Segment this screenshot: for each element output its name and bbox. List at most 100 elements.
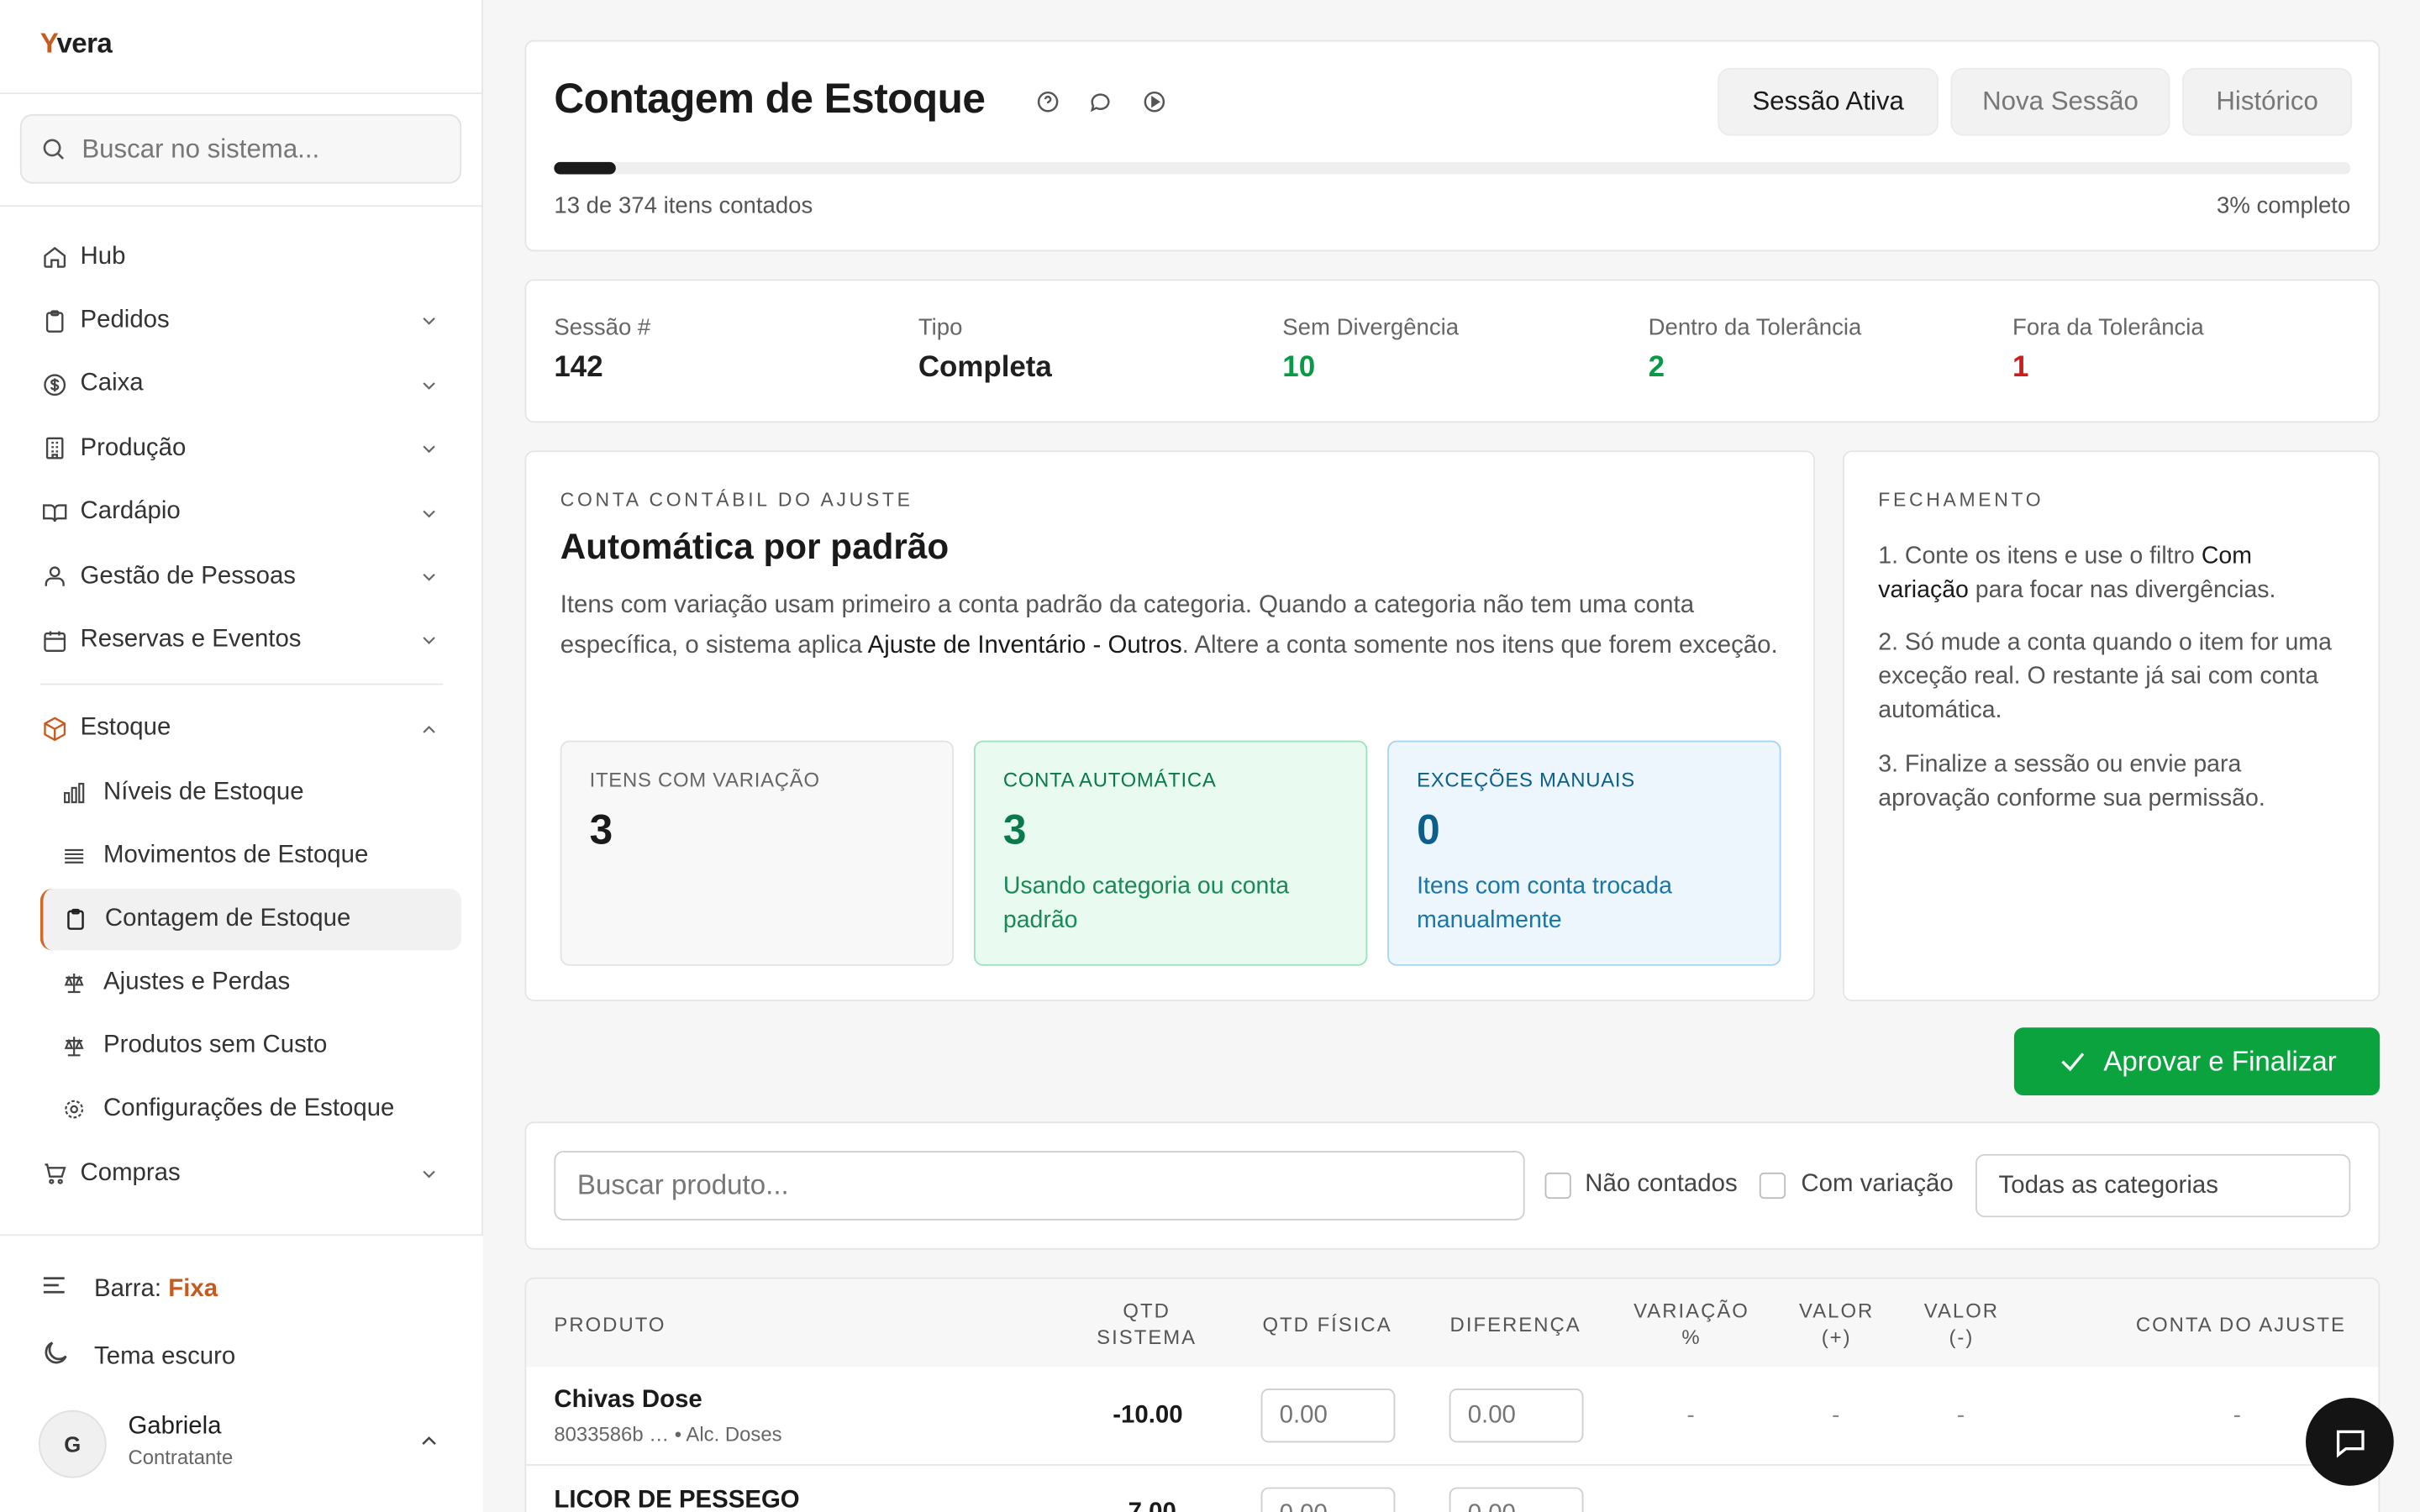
sidebar-subitem-produtos-sem-custo[interactable]: Produtos sem Custo (0, 1014, 483, 1078)
play-circle-icon[interactable] (1142, 90, 1166, 114)
stat-value-session: 142 (554, 351, 603, 385)
sidebar-item-cardapio[interactable]: Cardápio (0, 480, 483, 544)
box-value: 3 (589, 806, 613, 853)
chevron-down-icon[interactable] (418, 566, 440, 588)
clipboard-icon (40, 307, 68, 335)
section-eyebrow: CONTA CONTÁBIL DO AJUSTE (560, 489, 913, 511)
box-icon (40, 715, 68, 743)
sidebar-subitem-label: Movimentos de Estoque (103, 843, 369, 869)
bar-chart-icon (61, 780, 86, 805)
chevron-down-icon[interactable] (418, 630, 440, 652)
sidebar-item-producao[interactable]: Produção (0, 417, 483, 480)
check-icon (2061, 1053, 2085, 1072)
stat-value-no-divergence: 10 (1282, 351, 1316, 385)
history-button[interactable]: Histórico (2182, 67, 2353, 136)
box-label: ITENS COM VARIAÇÃO (589, 768, 820, 792)
sidebar-item-pedidos[interactable]: Pedidos (0, 289, 483, 353)
sidebar-subitem-movimentos[interactable]: Movimentos de Estoque (0, 825, 483, 889)
sidebar-subitem-configuracoes[interactable]: Configurações de Estoque (0, 1078, 483, 1142)
sidebar-subitem-label: Ajustes e Perdas (103, 968, 291, 995)
stat-value-type: Completa (918, 351, 1052, 385)
accounting-account-card: CONTA CONTÁBIL DO AJUSTE Automática por … (524, 450, 1815, 1002)
active-session-button[interactable]: Sessão Ativa (1718, 67, 1939, 136)
chat-button[interactable] (2306, 1398, 2394, 1486)
sidebar-item-compras[interactable]: Compras (0, 1142, 483, 1205)
product-meta: 8033586b … • Alc. Doses (554, 1422, 782, 1446)
chevron-down-icon[interactable] (418, 311, 440, 333)
divider (0, 205, 483, 207)
closing-card: FECHAMENTO 1. Conte os itens e use o fil… (1843, 450, 2381, 1002)
chevron-down-icon[interactable] (418, 502, 440, 524)
sidebar-item-reservas[interactable]: Reservas e Eventos (0, 608, 483, 672)
app-logo[interactable]: Yvera (40, 28, 113, 60)
dark-theme-label: Tema escuro (94, 1342, 236, 1370)
physical-qty-input[interactable] (1260, 1487, 1396, 1512)
adjust-account[interactable]: - (2233, 1403, 2241, 1429)
sidebar-subitem-contagem[interactable]: Contagem de Estoque (39, 888, 462, 951)
avatar[interactable]: G (38, 1410, 107, 1478)
not-counted-label[interactable]: Não contados (1585, 1171, 1737, 1199)
sidebar-subitem-ajustes[interactable]: Ajustes e Perdas (0, 950, 483, 1014)
comment-icon[interactable] (1088, 90, 1113, 114)
chevron-down-icon[interactable] (418, 1163, 440, 1185)
clipboard-check-icon (63, 907, 87, 932)
section-title: Automática por padrão (560, 526, 950, 567)
gear-icon (61, 1098, 86, 1122)
global-search[interactable] (19, 113, 462, 184)
sidebar-item-label: Cardápio (80, 498, 181, 525)
sidebar-subitem-label: Níveis de Estoque (103, 779, 304, 806)
global-search-input[interactable] (82, 133, 437, 165)
home-icon (40, 244, 68, 271)
difference-input[interactable] (1449, 1389, 1584, 1443)
dark-theme-toggle[interactable]: Tema escuro (40, 1337, 236, 1376)
sidebar-item-label: Gestão de Pessoas (80, 562, 296, 589)
new-session-button[interactable]: Nova Sessão (1950, 67, 2170, 136)
row-divider (526, 1464, 2379, 1466)
sidebar-subitem-niveis[interactable]: Níveis de Estoque (0, 761, 483, 825)
chevron-up-icon[interactable] (418, 718, 440, 740)
count-table: PRODUTO QTD SISTEMA QTD FÍSICA DIFERENÇA … (524, 1277, 2381, 1512)
bar-mode-toggle[interactable]: Barra: Fixa (40, 1271, 218, 1306)
product-search-input[interactable] (554, 1151, 1525, 1221)
physical-qty-input[interactable] (1260, 1389, 1396, 1443)
sidebar: Yvera Hub Pedidos Caixa (0, 0, 483, 1512)
filter-bar: Não contados Com variação Todas as categ… (524, 1121, 2381, 1250)
scale-icon (61, 970, 86, 995)
with-variation-label[interactable]: Com variação (1801, 1171, 1953, 1199)
automatic-account-box: CONTA AUTOMÁTICA 3 Usando categoria ou c… (973, 740, 1368, 966)
system-qty: 7.00 (1128, 1499, 1176, 1512)
user-name: Gabriela (128, 1413, 222, 1440)
users-icon (40, 563, 68, 591)
closing-step-2: 2. Só mude a conta quando o item for uma… (1878, 629, 2332, 724)
chevron-down-icon[interactable] (418, 438, 440, 460)
closing-step-1: 1. Conte os itens e use o filtro Com var… (1878, 543, 2276, 604)
closing-step-3: 3. Finalize a sessão ou envie para aprov… (1878, 751, 2265, 812)
col-header-value-positive: VALOR (+) (1799, 1299, 1875, 1349)
book-icon (40, 499, 68, 527)
manual-exceptions-box: EXCEÇÕES MANUAIS 0 Itens com conta troca… (1387, 740, 1781, 966)
sidebar-item-caixa[interactable]: Caixa (0, 353, 483, 417)
chevron-up-icon[interactable] (417, 1429, 441, 1453)
help-icon[interactable] (1035, 90, 1060, 114)
box-value: 3 (1002, 806, 1027, 853)
value-negative: - (1956, 1402, 1965, 1429)
building-icon (40, 435, 68, 463)
divider (0, 92, 483, 95)
category-select[interactable]: Todas as categorias (1975, 1153, 2351, 1218)
box-value: 0 (1417, 806, 1440, 853)
not-counted-checkbox[interactable] (1544, 1172, 1571, 1200)
with-variation-checkbox[interactable] (1759, 1172, 1786, 1200)
sidebar-item-hub[interactable]: Hub (0, 225, 483, 289)
search-icon (43, 139, 64, 160)
progress-bar (554, 161, 2351, 175)
col-header-product: PRODUTO (554, 1313, 666, 1336)
sidebar-item-gestao-pessoas[interactable]: Gestão de Pessoas (0, 544, 483, 608)
cart-icon (40, 1160, 68, 1188)
approve-finalize-button[interactable]: Aprovar e Finalizar (2013, 1027, 2381, 1096)
box-description: Itens com conta trocada manualmente (1417, 873, 1672, 934)
sidebar-item-estoque[interactable]: Estoque (0, 697, 483, 761)
system-qty: -10.00 (1113, 1402, 1183, 1429)
sidebar-nav: Hub Pedidos Caixa Produção Cardápio Gest… (0, 225, 483, 1205)
chevron-down-icon[interactable] (418, 375, 440, 396)
difference-input[interactable] (1449, 1487, 1584, 1512)
